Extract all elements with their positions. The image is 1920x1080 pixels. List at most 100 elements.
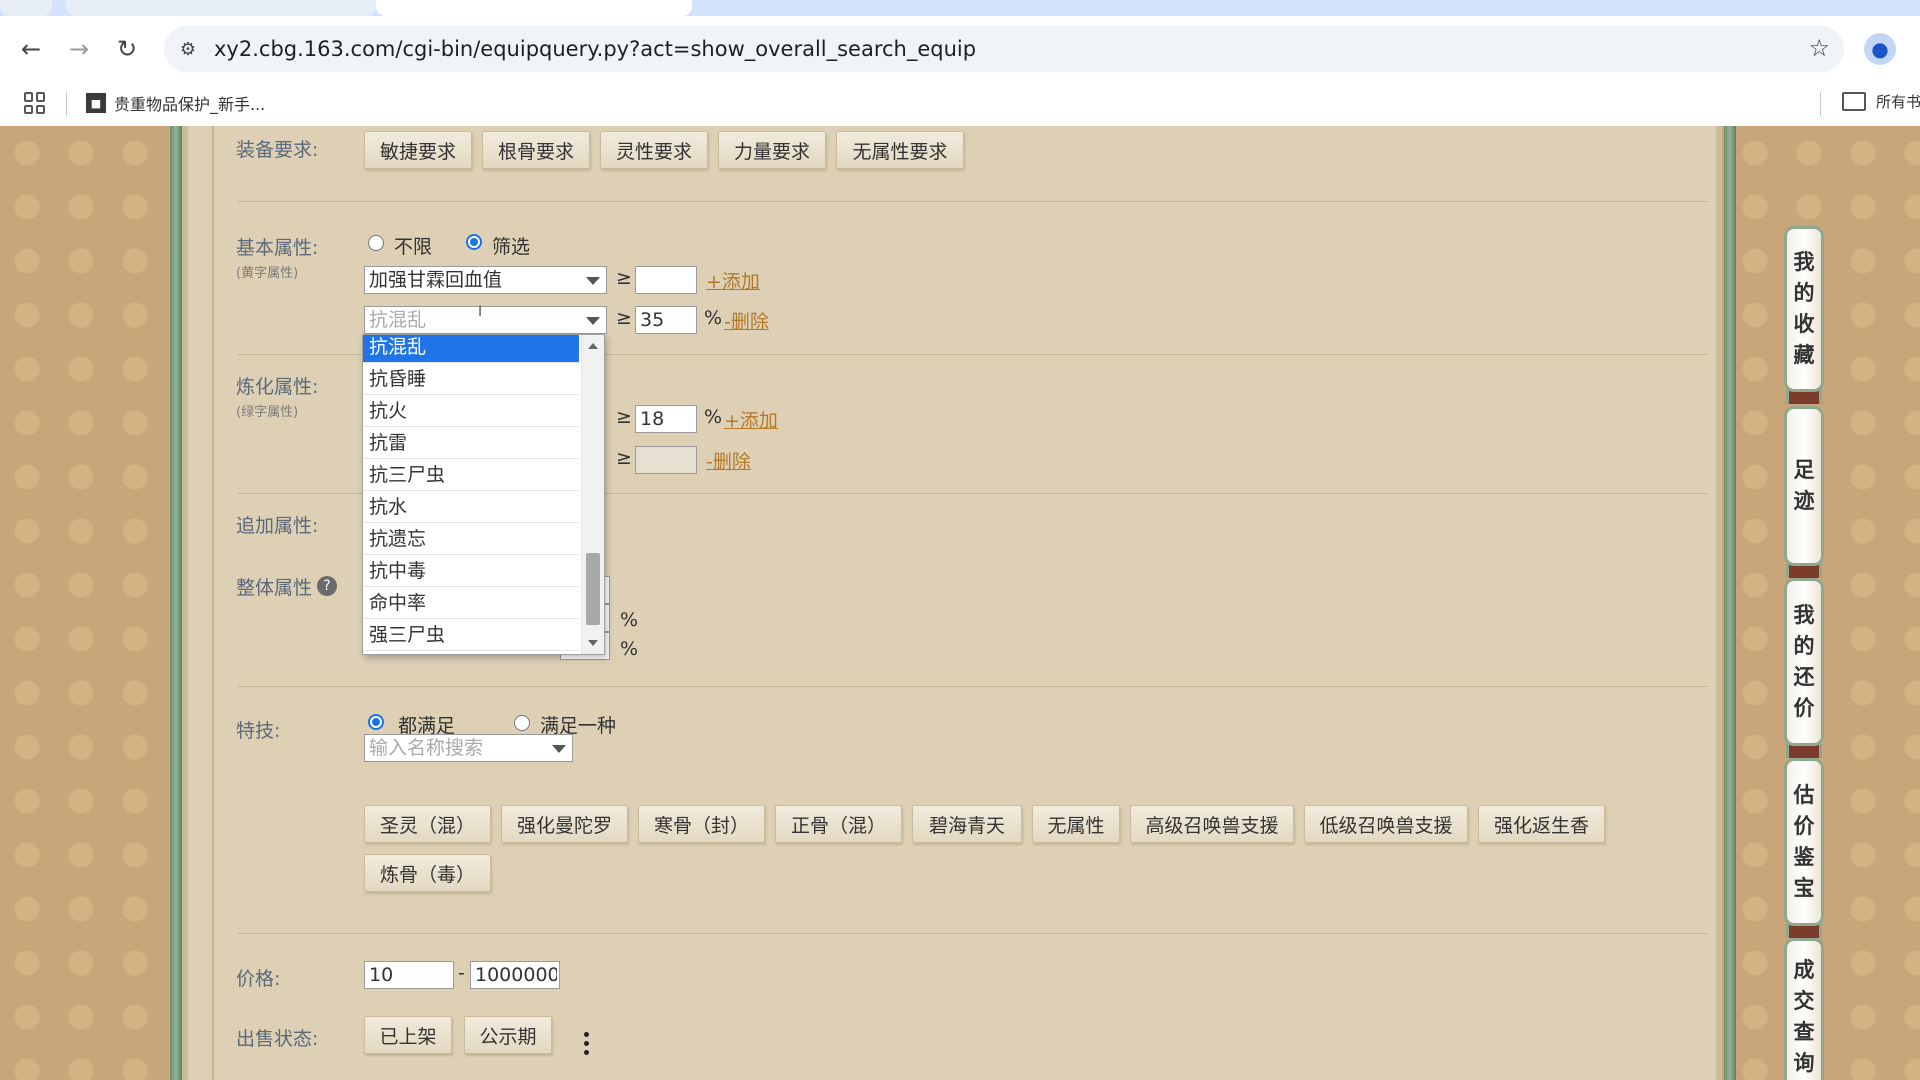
tab-strip: [0, 0, 1920, 16]
dropdown-option[interactable]: 抗遗忘: [363, 523, 579, 555]
all-bookmarks-button[interactable]: 所有书: [1842, 91, 1920, 112]
skill-button[interactable]: 正骨（混）: [775, 805, 902, 843]
delete-link[interactable]: -删除: [724, 307, 769, 334]
divider: [238, 201, 1708, 202]
side-connector: [1786, 924, 1822, 938]
basic-attr-value-2[interactable]: [635, 306, 697, 334]
dropdown-option[interactable]: 抗中毒: [363, 555, 579, 587]
side-tab-char: 我: [1793, 250, 1815, 274]
bookmark-star-icon[interactable]: ☆: [1808, 34, 1830, 62]
folder-icon: [1842, 92, 1866, 111]
skill-button[interactable]: 寒骨（封）: [638, 805, 765, 843]
add-link[interactable]: +添加: [706, 267, 760, 294]
radio-filter[interactable]: [466, 234, 482, 250]
equip-req-button[interactable]: 敏捷要求: [364, 131, 472, 169]
side-tab-char: 迹: [1793, 489, 1815, 513]
add-link[interactable]: +添加: [724, 406, 778, 433]
site-settings-icon[interactable]: ⚙: [176, 37, 200, 61]
dropdown-option[interactable]: 抗水: [363, 491, 579, 523]
dropdown-option[interactable]: 命中率: [363, 587, 579, 619]
browser-toolbar: ← → ↻ ⚙ xy2.cbg.163.com/cgi-bin/equipque…: [0, 16, 1920, 82]
bookmark-label: 贵重物品保护_新手...: [114, 95, 266, 114]
refine-attr-value-1[interactable]: [635, 405, 697, 433]
price-max-input[interactable]: [470, 961, 560, 989]
divider: [238, 686, 1708, 687]
attr-dropdown-list: 抗混乱 抗昏睡 抗火 抗雷 抗三尸虫 抗水 抗遗忘 抗中毒 命中率 强三尸虫: [362, 334, 605, 655]
browser-tab[interactable]: [0, 0, 52, 16]
profile-avatar-icon[interactable]: ●: [1864, 33, 1896, 65]
delete-link[interactable]: -删除: [706, 447, 751, 474]
skill-button[interactable]: 强化曼陀罗: [501, 805, 628, 843]
radio-one[interactable]: [514, 715, 530, 731]
bookmarks-bar: ■ 贵重物品保护_新手... 所有书: [0, 82, 1920, 127]
equip-req-button[interactable]: 力量要求: [718, 131, 826, 169]
ge-sign: ≥: [616, 447, 632, 469]
refine-attr-value-2[interactable]: [635, 446, 697, 474]
side-tab-char: 我: [1793, 603, 1815, 627]
ge-sign: ≥: [616, 307, 632, 329]
skill-search-input[interactable]: 输入名称搜索: [364, 734, 573, 762]
side-tab-trade-query[interactable]: 成 交 查 询: [1784, 938, 1824, 1080]
side-tab-char: 藏: [1793, 343, 1815, 367]
sale-status-button[interactable]: 公示期: [464, 1016, 552, 1054]
range-separator: -: [458, 962, 465, 984]
dropdown-option[interactable]: 抗昏睡: [363, 363, 579, 395]
side-tab-history[interactable]: 足 迹: [1784, 406, 1824, 566]
equip-req-label: 装备要求:: [236, 139, 319, 161]
side-tab-my-offers[interactable]: 我 的 还 价: [1784, 578, 1824, 746]
basic-attr-value-1[interactable]: [635, 266, 697, 294]
scroll-down-icon[interactable]: [588, 640, 598, 646]
browser-tab[interactable]: [66, 0, 376, 16]
equip-req-button[interactable]: 灵性要求: [600, 131, 708, 169]
equip-req-button[interactable]: 根骨要求: [482, 131, 590, 169]
radio-any[interactable]: [368, 235, 384, 251]
dropdown-option[interactable]: 强三尸虫: [363, 619, 579, 651]
dropdown-scrollbar[interactable]: [581, 335, 604, 654]
skill-button[interactable]: 强化返生香: [1478, 805, 1605, 843]
ge-sign: ≥: [616, 267, 632, 289]
search-placeholder: 输入名称搜索: [369, 737, 484, 759]
side-tab-favorites[interactable]: 我 的 收 藏: [1784, 226, 1824, 392]
side-tab-char: 估: [1793, 783, 1815, 807]
side-connector: [1786, 744, 1822, 758]
dropdown-option[interactable]: 抗三尸虫: [363, 459, 579, 491]
refine-attr-sublabel: (绿字属性): [236, 405, 299, 420]
ge-sign: ≥: [616, 406, 632, 428]
basic-attr-select-2[interactable]: 抗混乱: [364, 306, 607, 334]
skill-button[interactable]: 炼骨（毒）: [364, 854, 491, 892]
help-icon[interactable]: ?: [317, 576, 337, 596]
skill-button[interactable]: 低级召唤兽支援: [1304, 805, 1468, 843]
apps-grid-icon[interactable]: [24, 92, 46, 114]
percent-sign: %: [620, 609, 639, 631]
side-tab-char: 价: [1793, 814, 1815, 838]
skill-button[interactable]: 高级召唤兽支援: [1130, 805, 1294, 843]
price-min-input[interactable]: [364, 961, 454, 989]
side-tab-appraisal[interactable]: 估 价 鉴 宝: [1784, 758, 1824, 926]
sale-status-button[interactable]: 已上架: [364, 1016, 452, 1054]
forward-icon[interactable]: →: [62, 32, 96, 66]
divider: [1820, 92, 1821, 116]
left-border: [170, 126, 182, 1080]
dropdown-option[interactable]: 抗雷: [363, 427, 579, 459]
back-icon[interactable]: ←: [14, 32, 48, 66]
radio-all[interactable]: [368, 714, 384, 730]
skill-button[interactable]: 碧海青天: [912, 805, 1022, 843]
more-options-icon[interactable]: [584, 1032, 590, 1055]
skill-button[interactable]: 圣灵（混）: [364, 805, 491, 843]
equip-req-button[interactable]: 无属性要求: [836, 131, 964, 169]
browser-tab-active[interactable]: [376, 0, 692, 16]
bookmark-item[interactable]: ■ 贵重物品保护_新手...: [86, 91, 265, 115]
reload-icon[interactable]: ↻: [110, 32, 144, 66]
side-connector: [1786, 564, 1822, 578]
dropdown-option[interactable]: 抗混乱: [363, 335, 579, 363]
scroll-up-icon[interactable]: [588, 343, 598, 349]
side-tab-char: 宝: [1793, 876, 1815, 900]
basic-attr-select-1[interactable]: 加强甘霖回血值: [364, 266, 607, 294]
address-bar[interactable]: ⚙ xy2.cbg.163.com/cgi-bin/equipquery.py?…: [164, 26, 1844, 72]
basic-attr-sublabel: (黄字属性): [236, 266, 299, 281]
dropdown-option[interactable]: 抗火: [363, 395, 579, 427]
skill-button[interactable]: 无属性: [1032, 805, 1120, 843]
percent-sign: %: [704, 406, 723, 428]
url-text[interactable]: xy2.cbg.163.com/cgi-bin/equipquery.py?ac…: [214, 37, 976, 61]
scrollbar-thumb[interactable]: [586, 553, 600, 625]
